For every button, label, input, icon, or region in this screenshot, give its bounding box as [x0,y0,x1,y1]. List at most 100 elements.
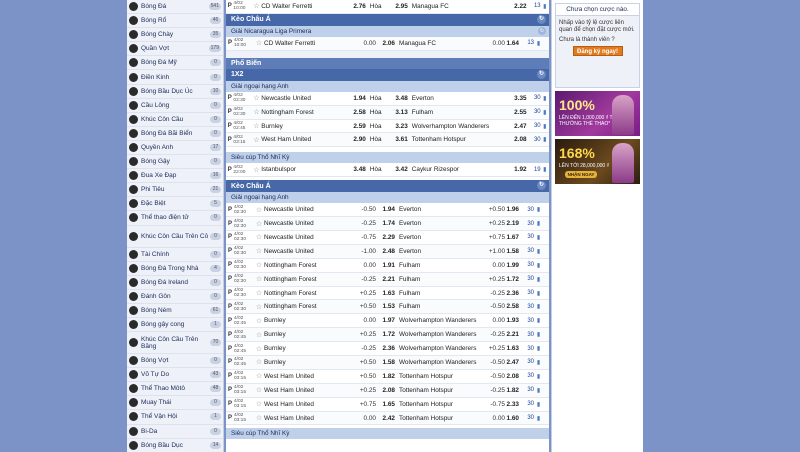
draw-odds[interactable]: 2.95 [393,3,410,10]
promo-cta-button[interactable]: NHẬN NGAY [565,171,597,178]
away-odds[interactable]: 1.96 [505,206,521,213]
favorite-star-icon[interactable]: ☆ [254,303,264,311]
parlay-icon[interactable]: P [226,359,234,365]
stats-chart-icon[interactable]: ▮ [534,234,543,241]
home-odds[interactable]: 2.42 [379,415,397,422]
away-odds[interactable]: 1.67 [505,234,521,241]
home-odds[interactable]: 2.76 [343,3,368,10]
more-bets-count[interactable]: 30 [521,415,534,421]
favorite-star-icon[interactable]: ☆ [254,386,264,394]
league-header[interactable]: Giải ngoại hạng Anh [226,192,549,204]
sidebar-item[interactable]: Đặc Biệt 5 [127,197,223,212]
stats-chart-icon[interactable]: ▮ [534,387,543,394]
favorite-star-icon[interactable]: ☆ [254,372,264,380]
more-bets-count[interactable]: 30 [521,346,534,352]
parlay-icon[interactable]: P [226,137,233,143]
league-header[interactable]: Giải ngoại hạng Anh [226,80,549,92]
parlay-icon[interactable]: P [226,332,234,338]
away-odds[interactable]: 1.99 [505,262,521,269]
sidebar-item[interactable]: Muay Thái 0 [127,396,223,411]
stats-chart-icon[interactable]: ▮ [534,40,543,47]
stats-chart-icon[interactable]: ▮ [534,276,543,283]
sidebar-item[interactable]: Quần Vợt 179 [127,42,223,57]
parlay-icon[interactable]: P [226,401,234,407]
sidebar-item[interactable]: Thể Vận Hội 1 [127,410,223,425]
sidebar-item[interactable]: Khúc Côn Cầu Trên Băng 70 [127,332,223,355]
favorite-star-icon[interactable]: ☆ [254,400,264,408]
away-odds[interactable]: 2.21 [505,331,521,338]
parlay-icon[interactable]: P [226,167,233,173]
parlay-icon[interactable]: P [226,207,234,213]
home-odds[interactable]: 2.29 [379,234,397,241]
parlay-icon[interactable]: P [226,304,234,310]
more-bets-count[interactable]: 30 [529,109,541,115]
sidebar-item[interactable]: Bóng Đá Bãi Biển 0 [127,127,223,141]
refresh-icon[interactable]: ↻ [538,26,546,35]
sidebar-item[interactable]: Bóng Đá Mỹ 0 [127,56,223,71]
home-odds[interactable]: 2.90 [343,136,368,143]
refresh-icon[interactable]: ↻ [537,69,546,79]
stats-chart-icon[interactable]: ▮ [541,123,549,130]
league-header[interactable]: Siêu cúp Thổ Nhĩ Kỳ [226,152,549,164]
sidebar-item[interactable]: Cầu Lông 0 [127,99,223,113]
parlay-icon[interactable]: P [226,415,234,421]
more-bets-count[interactable]: 30 [521,248,534,254]
home-odds[interactable]: 2.48 [379,248,397,255]
home-odds[interactable]: 1.94 [379,206,397,213]
away-odds[interactable]: 2.55 [514,109,529,116]
parlay-icon[interactable]: P [226,109,233,115]
away-odds[interactable]: 3.35 [514,95,529,102]
sidebar-item[interactable]: Thể Thao Môtô 48 [127,382,223,397]
home-odds[interactable]: 1.63 [379,290,397,297]
stats-chart-icon[interactable]: ▮ [534,359,543,366]
league-header[interactable]: Giải Nicaragua Liga Primera ↻ [226,25,549,37]
stats-chart-icon[interactable]: ▮ [534,248,543,255]
sidebar-item[interactable]: Quyền Anh 17 [127,141,223,156]
sidebar-item[interactable]: Đánh Gôn 0 [127,290,223,304]
home-odds[interactable]: 1.82 [379,373,397,380]
promo-banner[interactable]: 168% LÊN TỚI 28,000,000 ₫ NHẬN NGAY [555,139,640,184]
sidebar-item[interactable]: Bi-Da 0 [127,425,223,439]
favorite-star-icon[interactable]: ☆ [254,220,264,228]
away-odds[interactable]: 1.58 [505,248,521,255]
away-odds[interactable]: 1.64 [505,40,521,47]
away-odds[interactable]: 1.72 [505,276,521,283]
parlay-icon[interactable]: P [226,221,234,227]
sidebar-item[interactable]: Phi Tiêu 21 [127,183,223,198]
stats-chart-icon[interactable]: ▮ [534,415,543,422]
home-odds[interactable]: 1.53 [379,303,397,310]
sidebar-item[interactable]: Tài Chính 0 [127,248,223,262]
away-odds[interactable]: 2.22 [514,3,529,10]
sidebar-item[interactable]: Bóng gậy cong 1 [127,318,223,333]
more-bets-count[interactable]: 13 [521,40,534,46]
stats-chart-icon[interactable]: ▮ [541,166,549,173]
home-odds[interactable]: 1.58 [379,359,397,366]
more-bets-count[interactable]: 30 [521,373,534,379]
stats-chart-icon[interactable]: ▮ [534,331,543,338]
parlay-icon[interactable]: P [226,40,234,46]
draw-odds[interactable]: 3.48 [393,95,410,102]
draw-odds[interactable]: 3.61 [393,136,410,143]
away-odds[interactable]: 1.63 [505,345,521,352]
parlay-icon[interactable]: P [226,95,233,101]
more-bets-count[interactable]: 30 [521,304,534,310]
away-odds[interactable]: 2.08 [505,373,521,380]
parlay-icon[interactable]: P [226,373,234,379]
more-bets-count[interactable]: 30 [529,123,541,129]
away-odds[interactable]: 2.58 [505,303,521,310]
sidebar-item[interactable]: Bóng Gậy 0 [127,155,223,170]
promo-banner[interactable]: 100% LÊN ĐẾN 1,000,000 ₫ TIỀN THƯỞNG THỂ… [555,91,640,136]
parlay-icon[interactable]: P [226,276,234,282]
favorite-star-icon[interactable]: ☆ [254,414,264,422]
away-odds[interactable]: 2.33 [505,401,521,408]
parlay-icon[interactable]: P [226,3,233,9]
stats-chart-icon[interactable]: ▮ [534,373,543,380]
more-bets-count[interactable]: 30 [521,207,534,213]
home-odds[interactable]: 1.65 [379,401,397,408]
away-odds[interactable]: 1.82 [505,387,521,394]
more-bets-count[interactable]: 30 [521,387,534,393]
sidebar-item[interactable]: Bóng Đá Ireland 0 [127,276,223,290]
favorite-star-icon[interactable]: ☆ [252,166,261,174]
favorite-star-icon[interactable]: ☆ [254,261,264,269]
home-odds[interactable]: 1.97 [379,317,397,324]
